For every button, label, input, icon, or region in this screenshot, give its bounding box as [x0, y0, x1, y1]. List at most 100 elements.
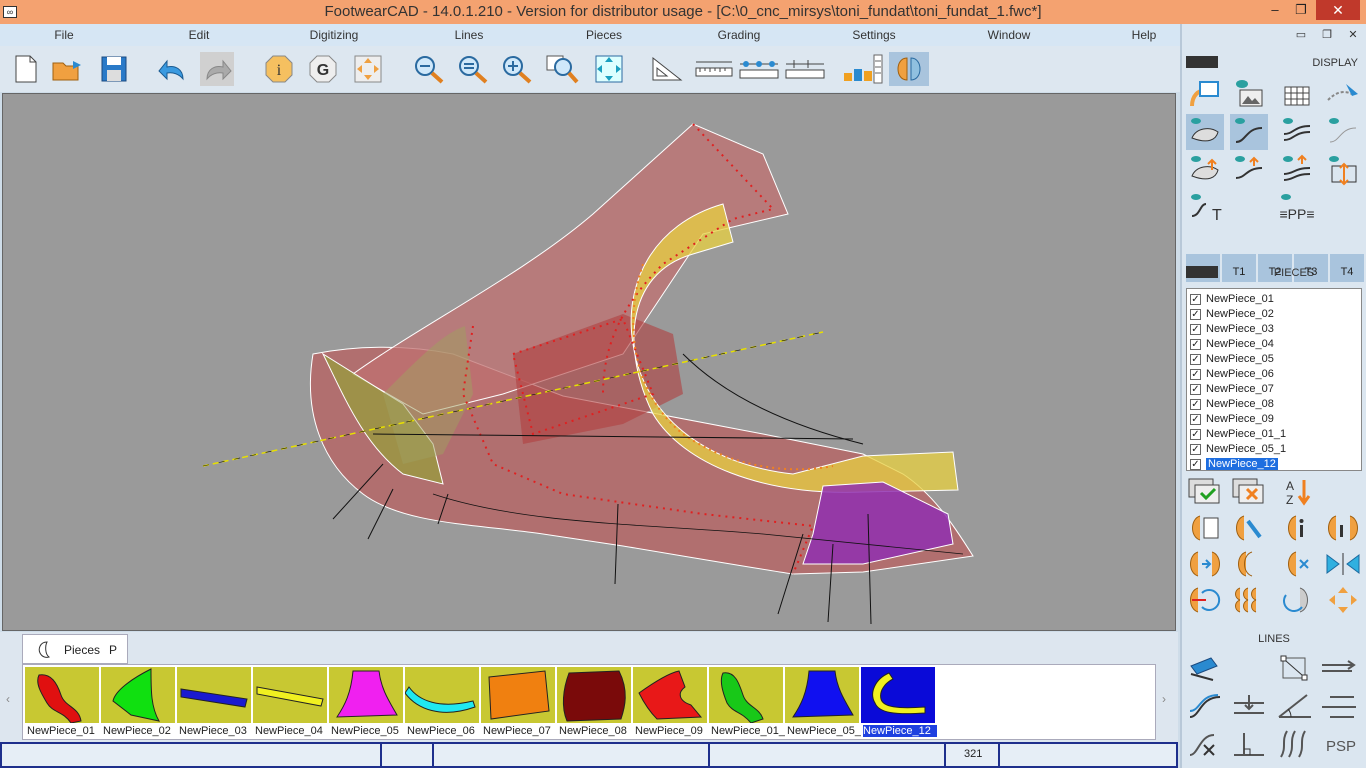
close-button[interactable]: ✕ — [1316, 0, 1360, 20]
display-image-button[interactable] — [1230, 76, 1268, 112]
display-piece-grading-button[interactable] — [1186, 152, 1224, 188]
thumbnail-newpiece-05[interactable]: NewPiece_05 — [329, 667, 403, 739]
list-item[interactable]: ✓ NewPiece_01 — [1190, 292, 1360, 307]
display-pp-button[interactable]: ≡PP≡ — [1272, 190, 1322, 226]
thumbnail-newpiece-08[interactable]: NewPiece_08 — [557, 667, 631, 739]
list-item[interactable]: ✓ NewPiece_06 — [1190, 367, 1360, 382]
checkbox[interactable]: ✓ — [1190, 443, 1201, 455]
pieces-collapse-handle[interactable] — [1186, 266, 1218, 278]
zoom-out-button[interactable] — [412, 52, 446, 86]
checkbox[interactable]: ✓ — [1190, 308, 1201, 320]
thumbnail-newpiece-07[interactable]: NewPiece_07 — [481, 667, 555, 739]
zoom-fit-button[interactable] — [592, 52, 626, 86]
line-psp-button[interactable]: PSP — [1320, 726, 1362, 762]
menu-settings[interactable]: Settings — [852, 28, 895, 42]
piece-array-button[interactable] — [1230, 582, 1268, 618]
checkbox[interactable]: ✓ — [1190, 338, 1201, 350]
list-item[interactable]: ✓ NewPiece_02 — [1190, 307, 1360, 322]
thumbnail-newpiece-04[interactable]: NewPiece_04 — [253, 667, 327, 739]
thumbnail-newpiece-02[interactable]: NewPiece_02 — [101, 667, 175, 739]
new-file-button[interactable] — [9, 52, 43, 86]
grading-g-button[interactable]: G — [306, 52, 340, 86]
piece-new-button[interactable] — [1186, 510, 1224, 546]
checkbox[interactable]: ✓ — [1190, 458, 1201, 470]
display-multilines-button[interactable] — [1278, 114, 1316, 150]
checkbox[interactable]: ✓ — [1190, 368, 1201, 380]
thumbnail-newpiece-03[interactable]: NewPiece_03 — [177, 667, 251, 739]
thumbnail-newpiece-09[interactable]: NewPiece_09 — [633, 667, 707, 739]
measure-line-button[interactable] — [694, 52, 734, 86]
checkbox[interactable]: ✓ — [1190, 398, 1201, 410]
checkbox[interactable]: ✓ — [1190, 323, 1201, 335]
menu-help[interactable]: Help — [1132, 28, 1157, 42]
display-points-button[interactable] — [1324, 76, 1362, 112]
list-item[interactable]: ✓ NewPiece_05_1 — [1190, 442, 1360, 457]
maximize-button[interactable]: ❐ — [1286, 0, 1316, 20]
list-item[interactable]: ✓ NewPiece_08 — [1190, 397, 1360, 412]
display-frame-grading-button[interactable] — [1324, 152, 1362, 188]
save-button[interactable] — [97, 52, 131, 86]
list-item-selected[interactable]: ✓ NewPiece_12 — [1190, 457, 1360, 472]
menu-digitizing[interactable]: Digitizing — [310, 28, 359, 42]
line-split-button[interactable] — [1320, 688, 1358, 724]
measure-segments-button[interactable] — [784, 52, 826, 86]
piece-join-button[interactable] — [1324, 546, 1362, 582]
list-item[interactable]: ✓ NewPiece_05 — [1190, 352, 1360, 367]
thumbnail-newpiece-01-1[interactable]: NewPiece_01_1 — [709, 667, 785, 739]
line-offset-button[interactable] — [1230, 688, 1268, 724]
checkbox[interactable]: ✓ — [1190, 293, 1201, 305]
thumbnail-newpiece-05-1[interactable]: NewPiece_05_1 — [785, 667, 861, 739]
sort-pieces-button[interactable]: AZ — [1278, 474, 1316, 510]
mdi-close-button[interactable]: ✕ — [1342, 26, 1364, 44]
menu-grading[interactable]: Grading — [718, 28, 761, 42]
list-item[interactable]: ✓ NewPiece_09 — [1190, 412, 1360, 427]
line-angle-button[interactable] — [1276, 688, 1314, 724]
checkbox[interactable]: ✓ — [1190, 353, 1201, 365]
checkbox[interactable]: ✓ — [1190, 428, 1201, 440]
piece-move-button[interactable] — [1324, 582, 1362, 618]
measure-angle-button[interactable] — [651, 52, 685, 86]
list-item[interactable]: ✓ NewPiece_03 — [1190, 322, 1360, 337]
line-perpendicular-button[interactable] — [1230, 726, 1268, 762]
thumbnail-newpiece-06[interactable]: NewPiece_06 — [404, 667, 479, 739]
select-all-pieces-button[interactable] — [1186, 474, 1224, 510]
line-parallel-button[interactable] — [1320, 650, 1358, 686]
piece-mirror-button[interactable] — [1186, 546, 1224, 582]
thumbnail-newpiece-01[interactable]: NewPiece_01 — [25, 667, 99, 739]
list-item[interactable]: ✓ NewPiece_01_1 — [1190, 427, 1360, 442]
piece-display-toggle[interactable] — [889, 52, 929, 86]
display-edit-button[interactable] — [1186, 76, 1224, 112]
piece-flip-button[interactable] — [1278, 582, 1316, 618]
measure-points-button[interactable] — [738, 52, 780, 86]
drawing-canvas[interactable] — [2, 93, 1176, 631]
zoom-in-button[interactable] — [500, 52, 534, 86]
piece-delete-button[interactable] — [1278, 546, 1316, 582]
line-draw-button[interactable] — [1186, 650, 1224, 686]
scroll-right-arrow[interactable]: › — [1162, 692, 1166, 706]
piece-info-pair-button[interactable] — [1324, 510, 1362, 546]
display-text-button[interactable]: T — [1186, 190, 1224, 226]
menu-file[interactable]: File — [54, 28, 73, 42]
scroll-left-arrow[interactable]: ‹ — [6, 692, 10, 706]
menu-lines[interactable]: Lines — [455, 28, 484, 42]
piece-tools-button[interactable] — [1230, 510, 1268, 546]
display-lines-button[interactable] — [1230, 114, 1268, 150]
open-file-button[interactable] — [51, 52, 85, 86]
mdi-restore-button[interactable]: ❐ — [1316, 26, 1338, 44]
menu-window[interactable]: Window — [988, 28, 1031, 42]
thumbnail-newpiece-12[interactable]: NewPiece_12 — [861, 667, 937, 739]
line-curve-button[interactable] — [1186, 688, 1224, 724]
line-rect-button[interactable] — [1276, 650, 1314, 686]
menu-edit[interactable]: Edit — [189, 28, 210, 42]
piece-rotate-button[interactable] — [1186, 582, 1224, 618]
mdi-minimize-button[interactable]: ▭ — [1290, 26, 1312, 44]
piece-copy-button[interactable] — [1230, 546, 1268, 582]
menu-pieces[interactable]: Pieces — [586, 28, 622, 42]
tab-pieces[interactable]: Pieces P — [22, 634, 128, 664]
checkbox[interactable]: ✓ — [1190, 383, 1201, 395]
deselect-pieces-button[interactable] — [1230, 474, 1268, 510]
display-thinline-button[interactable] — [1324, 114, 1362, 150]
piece-info-button[interactable] — [1278, 510, 1316, 546]
list-item[interactable]: ✓ NewPiece_07 — [1190, 382, 1360, 397]
checkbox[interactable]: ✓ — [1190, 413, 1201, 425]
